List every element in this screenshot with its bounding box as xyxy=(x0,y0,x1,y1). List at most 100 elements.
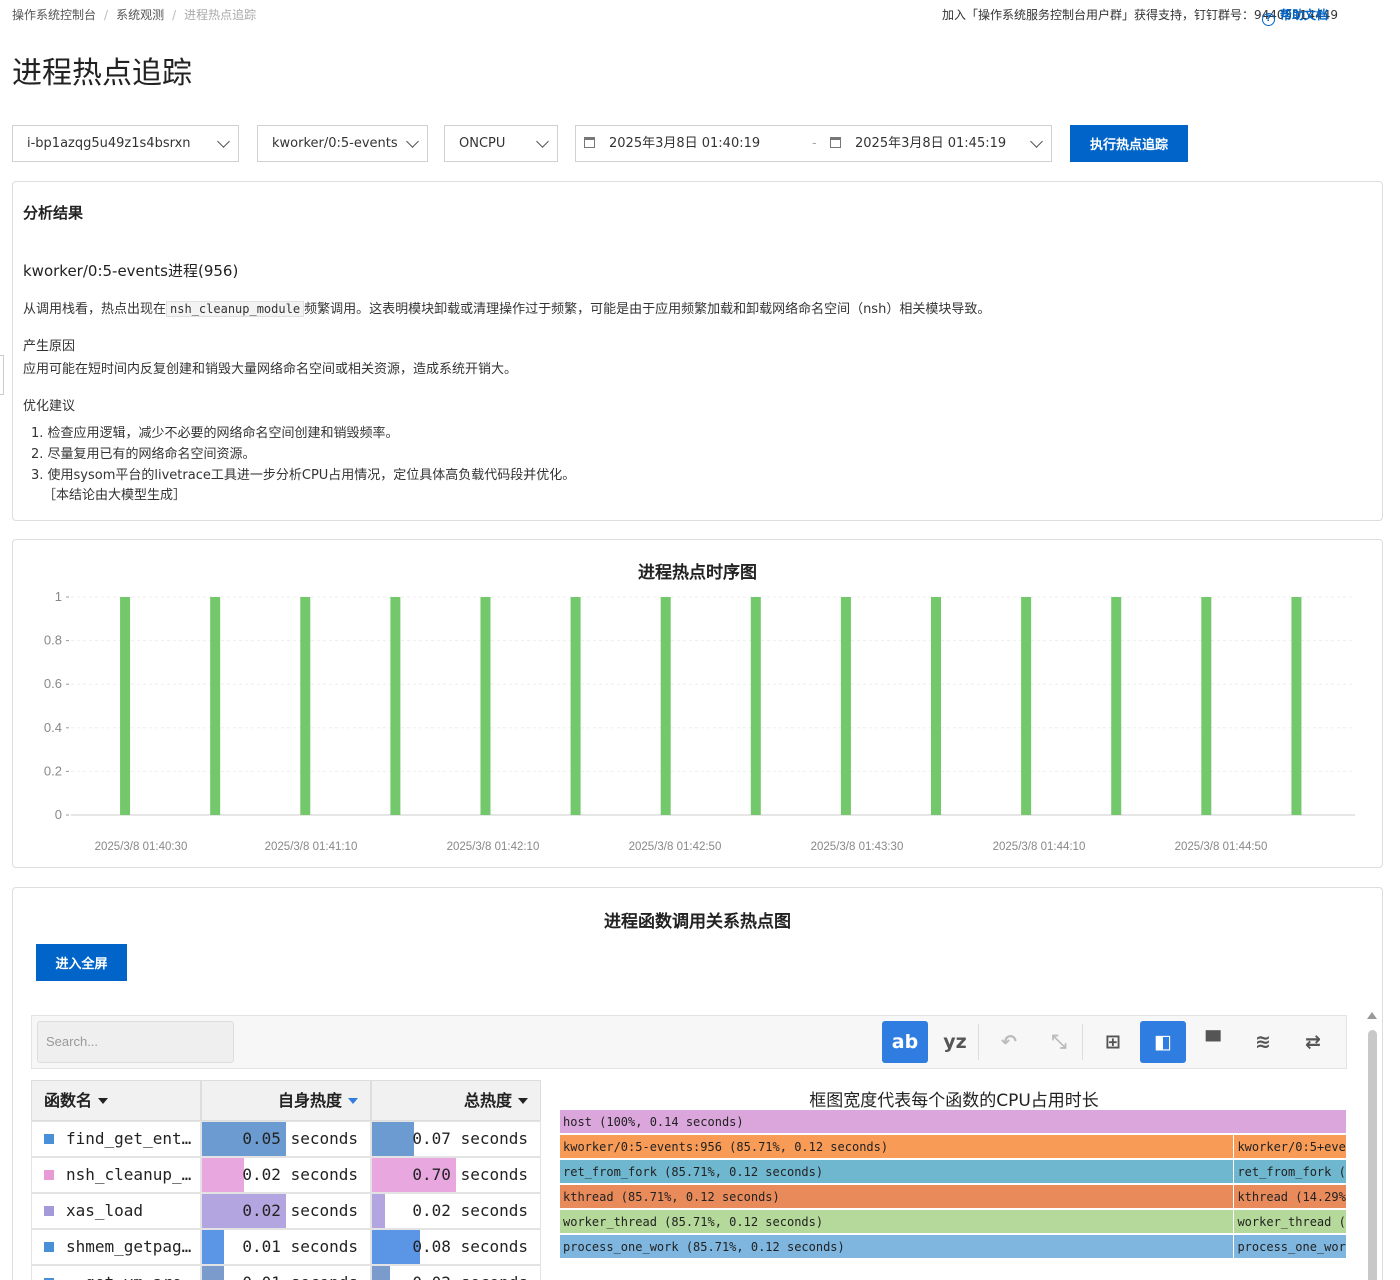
advice-item: 2. 尽量复用已有的网络命名空间资源。 xyxy=(31,447,256,462)
table-row-name[interactable]: find_get_ent… xyxy=(31,1121,201,1157)
heat-value: 0.02 seconds xyxy=(412,1266,528,1280)
sandwich-view-icon[interactable]: ≋ xyxy=(1240,1021,1286,1063)
flame-frame[interactable]: kworker/0:5+events:956 (14.29%) xyxy=(1234,1135,1347,1159)
table-row-name[interactable]: shmem_getpag… xyxy=(31,1229,201,1265)
column-header-total[interactable]: 总热度 xyxy=(371,1080,541,1121)
y-tick-label: 0.8 xyxy=(44,633,62,648)
chart-bar xyxy=(120,597,131,815)
toolbar-divider xyxy=(978,1024,979,1060)
timeline-panel: 进程热点时序图 0 0.2 0.4 0.6 0.8 1 2025/3/8 01:40:30 2… xyxy=(12,539,1383,868)
time-range-picker[interactable]: 2025年3月8日 01:40:19 - 2025年3月8日 01:45:19 xyxy=(575,125,1052,162)
column-header-function[interactable]: 函数名 xyxy=(31,1080,201,1121)
sort-caret-icon[interactable] xyxy=(98,1098,109,1104)
color-swatch xyxy=(44,1242,54,1252)
text-view-icon[interactable]: ab xyxy=(882,1021,928,1063)
instance-select[interactable]: i-bp1azqg5u49z1s4bsrxn xyxy=(12,125,239,162)
fullscreen-button[interactable]: 进入全屏 xyxy=(36,944,127,981)
self-heat-cell: 0.01 seconds xyxy=(201,1229,371,1265)
advice-heading: 优化建议 xyxy=(23,399,76,414)
x-tick-label: 2025/3/8 01:43:30 xyxy=(811,841,904,853)
sort-caret-icon[interactable] xyxy=(518,1098,528,1104)
process-select[interactable]: kworker/0:5-events xyxy=(257,125,428,162)
x-tick-label: 2025/3/8 01:44:50 xyxy=(1175,841,1268,853)
table-row-name[interactable]: nsh_cleanup_… xyxy=(31,1157,201,1193)
function-name: nsh_cleanup_… xyxy=(66,1165,192,1184)
split-view-icon[interactable]: ◧ xyxy=(1140,1021,1186,1063)
heat-value: 0.70 seconds xyxy=(412,1165,528,1184)
heat-bar xyxy=(372,1266,391,1280)
chart-bar xyxy=(1111,597,1122,815)
self-heat-cell: 0.05 seconds xyxy=(201,1121,371,1157)
function-name: find_get_ent… xyxy=(66,1129,192,1148)
flame-frame[interactable]: ret_from_fork (14.29%) xyxy=(1234,1160,1347,1184)
help-link-label: 帮助文档 xyxy=(1280,8,1329,22)
function-name: shmem_getpag… xyxy=(66,1237,192,1256)
column-header-label: 总热度 xyxy=(463,1091,512,1110)
sort-alpha-icon[interactable]: yz xyxy=(932,1021,978,1063)
undo-icon[interactable]: ↶ xyxy=(986,1021,1032,1063)
flame-caption: 框图宽度代表每个函数的CPU占用时长 xyxy=(809,1091,1099,1111)
side-drawer-handle[interactable] xyxy=(0,355,4,395)
column-header-label: 自身热度 xyxy=(277,1091,342,1110)
flamegraph-panel: 进程函数调用关系热点图 进入全屏 Search... ab yz ↶ ⤡ ⊞ ◧ ▀ ≋ ⇄ 函… xyxy=(12,887,1383,1280)
flame-frame[interactable]: kthread (14.29%) xyxy=(1234,1185,1347,1209)
end-time: 2025年3月8日 01:45:19 xyxy=(855,136,1007,151)
flame-frame[interactable]: process_one_work (14.29%) xyxy=(1234,1235,1347,1259)
y-tick-label: 0.4 xyxy=(44,720,62,735)
function-name: __get_vm_are… xyxy=(66,1273,191,1280)
start-time: 2025年3月8日 01:40:19 xyxy=(609,136,761,151)
table-row-name[interactable]: __get_vm_are… xyxy=(31,1265,201,1280)
search-input[interactable]: Search... xyxy=(37,1021,234,1063)
heat-bar xyxy=(202,1158,244,1192)
chart-bar xyxy=(660,597,671,815)
analysis-panel: 分析结果 kworker/0:5-events进程(956) 从调用栈看，热点出… xyxy=(12,181,1383,521)
heat-bar xyxy=(372,1194,385,1228)
table-view-icon[interactable]: ⊞ xyxy=(1090,1021,1136,1063)
type-select-value: ONCPU xyxy=(459,136,506,151)
heat-bar xyxy=(202,1230,224,1264)
type-select[interactable]: ONCPU xyxy=(444,125,558,162)
flame-frame[interactable]: host (100%, 0.14 seconds) xyxy=(560,1110,1347,1134)
y-tick-label: 1 xyxy=(55,589,62,604)
x-tick-label: 2025/3/8 01:44:10 xyxy=(993,841,1086,853)
heat-value: 0.07 seconds xyxy=(412,1129,528,1148)
flame-frame[interactable]: kworker/0:5-events:956 (85.71%, 0.12 sec… xyxy=(560,1135,1235,1159)
flame-frame[interactable]: process_one_work (85.71%, 0.12 seconds) xyxy=(560,1235,1235,1259)
advice-item: 1. 检查应用逻辑，减少不必要的网络命名空间创建和销毁频率。 xyxy=(31,426,399,441)
calendar-icon xyxy=(830,137,841,148)
reset-zoom-icon[interactable]: ⤡ xyxy=(1036,1021,1082,1063)
code-snippet: nsh_cleanup_module xyxy=(166,301,305,317)
x-tick-label: 2025/3/8 01:42:10 xyxy=(447,841,540,853)
analysis-title: 分析结果 xyxy=(23,204,84,222)
graph-view-icon[interactable]: ⇄ xyxy=(1290,1021,1336,1063)
icicle-view-icon[interactable]: ▀ xyxy=(1190,1021,1236,1063)
total-heat-cell: 0.07 seconds xyxy=(371,1121,541,1157)
calendar-icon xyxy=(584,137,595,148)
llm-note: ［本结论由大模型生成］ xyxy=(43,488,187,503)
scroll-up-icon[interactable] xyxy=(1367,1012,1377,1019)
total-heat-cell: 0.08 seconds xyxy=(371,1229,541,1265)
chart-bar xyxy=(840,597,851,815)
advice-item: 3. 使用sysom平台的livetrace工具进一步分析CPU占用情况，定位具… xyxy=(31,468,576,483)
flame-frame[interactable]: worker_thread (85.71%, 0.12 seconds) xyxy=(560,1210,1235,1234)
heat-value: 0.02 seconds xyxy=(242,1165,358,1184)
flame-frame[interactable]: ret_from_fork (85.71%, 0.12 seconds) xyxy=(560,1160,1235,1184)
flame-frame[interactable]: worker_thread (14.29%) xyxy=(1234,1210,1347,1234)
flame-frame[interactable]: kthread (85.71%, 0.12 seconds) xyxy=(560,1185,1235,1209)
run-trace-button[interactable]: 执行热点追踪 xyxy=(1070,125,1188,162)
y-tick-label: 0 xyxy=(55,807,62,822)
heat-value: 0.01 seconds xyxy=(242,1237,358,1256)
breadcrumb-item-observe[interactable]: 系统观测 xyxy=(116,8,164,22)
help-link[interactable]: ? 帮助文档 xyxy=(1262,6,1328,26)
table-row-name[interactable]: xas_load xyxy=(31,1193,201,1229)
scrollbar-thumb[interactable] xyxy=(1368,1030,1377,1280)
chart-bar xyxy=(210,597,221,815)
sort-caret-icon[interactable] xyxy=(348,1098,358,1104)
heat-value: 0.02 seconds xyxy=(412,1201,528,1220)
breadcrumb-item-current: 进程热点追踪 xyxy=(184,8,257,22)
chevron-down-icon xyxy=(217,135,230,148)
help-icon: ? xyxy=(1262,13,1275,26)
breadcrumb-item-console[interactable]: 操作系统控制台 xyxy=(12,8,96,22)
column-header-self[interactable]: 自身热度 xyxy=(201,1080,371,1121)
chevron-down-icon xyxy=(536,135,549,148)
